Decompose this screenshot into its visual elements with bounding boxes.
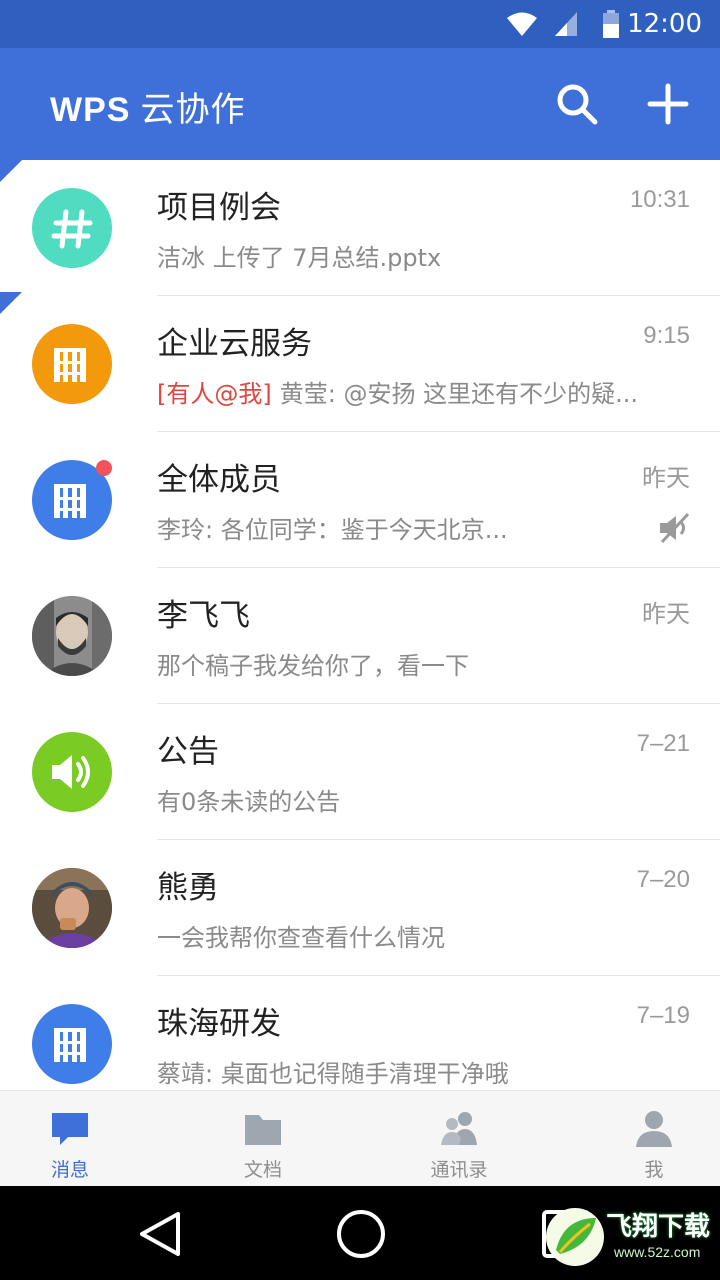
status-bar: 12:00 (0, 0, 720, 48)
contacts-icon (441, 1112, 477, 1145)
conversation-preview: 那个稿子我发给你了，看一下 (157, 652, 469, 680)
conversation-preview: 李玲: 各位同学：鉴于今天北京... (157, 516, 508, 544)
back-icon[interactable] (134, 1208, 186, 1260)
conversation-preview: 洁冰 上传了 7月总结.pptx (157, 244, 442, 272)
wifi-icon (507, 12, 537, 36)
mention-tag: [有人@我] (157, 380, 272, 408)
conversation-preview: [有人@我] 黄莹: @安扬 这里还有不少的疑... (157, 374, 638, 409)
plus-icon[interactable] (644, 80, 692, 128)
conversation-row[interactable]: 项目例会 10:31 洁冰 上传了 7月总结.pptx (0, 160, 720, 296)
conversation-preview: 有0条未读的公告 (157, 788, 341, 816)
mute-icon (660, 512, 690, 544)
person-icon (636, 1111, 672, 1147)
building-icon (54, 348, 86, 382)
conversation-time: 昨天 (642, 601, 690, 628)
avatar (32, 732, 112, 812)
conversation-name: 企业云服务 (157, 326, 312, 362)
hash-icon (51, 209, 93, 249)
tab-messages[interactable]: 消息 (10, 1091, 130, 1187)
tab-documents[interactable]: 文档 (203, 1091, 323, 1187)
cell-signal-icon (555, 12, 577, 36)
battery-icon (603, 10, 619, 38)
conversation-name: 项目例会 (157, 190, 281, 226)
pinned-marker (0, 292, 22, 314)
conversation-name: 公告 (157, 734, 219, 770)
conversation-time: 9:15 (643, 322, 690, 349)
folder-icon (245, 1115, 281, 1145)
conversation-preview: 一会我帮你查查看什么情况 (157, 924, 445, 952)
avatar (32, 1004, 112, 1084)
preview-text: 黄莹: @安扬 这里还有不少的疑... (279, 380, 638, 408)
pinned-marker (0, 160, 22, 182)
home-icon[interactable] (335, 1208, 387, 1260)
conversation-name: 全体成员 (157, 462, 281, 498)
conversation-name: 熊勇 (157, 870, 219, 906)
watermark-url: www.52z.com (614, 1244, 701, 1260)
app-title-brand: WPS (50, 91, 131, 129)
user-photo (32, 596, 112, 676)
conversation-time: 7–19 (636, 1002, 690, 1029)
tab-me[interactable]: 我 (594, 1091, 714, 1187)
conversation-row[interactable]: 熊勇 7–20 一会我帮你查查看什么情况 (0, 840, 720, 976)
conversation-row[interactable]: 企业云服务 9:15 [有人@我] 黄莹: @安扬 这里还有不少的疑... (0, 292, 720, 432)
search-icon[interactable] (553, 80, 601, 128)
avatar (32, 596, 112, 676)
avatar (32, 324, 112, 404)
conversation-row[interactable]: 全体成员 昨天 李玲: 各位同学：鉴于今天北京... (0, 432, 720, 568)
leaf-logo-icon (546, 1208, 604, 1266)
status-time: 12:00 (627, 9, 702, 39)
conversation-row[interactable]: 李飞飞 昨天 那个稿子我发给你了，看一下 (0, 568, 720, 704)
conversation-time: 昨天 (642, 465, 690, 492)
conversation-time: 7–20 (636, 866, 690, 893)
conversation-time: 10:31 (629, 186, 690, 213)
tab-label: 文档 (243, 1159, 282, 1181)
speaker-icon (52, 755, 90, 789)
tab-label: 消息 (50, 1159, 89, 1181)
avatar (32, 188, 112, 268)
conversation-preview: 蔡靖: 桌面也记得随手清理干净哦 (157, 1060, 509, 1088)
unread-dot (96, 460, 112, 476)
app-bar: WPS 云协作 (0, 48, 720, 160)
user-photo (32, 868, 112, 948)
tab-label: 通讯录 (430, 1159, 488, 1181)
chat-icon (52, 1113, 88, 1145)
conversation-name: 珠海研发 (157, 1006, 281, 1042)
building-icon (54, 1028, 86, 1062)
tab-label: 我 (644, 1159, 664, 1181)
watermark: 飞翔下载 www.52z.com (540, 1196, 720, 1280)
app-title-suffix: 云协作 (140, 90, 246, 130)
conversation-list: 项目例会 10:31 洁冰 上传了 7月总结.pptx 企业云服务 9:15 [… (0, 160, 720, 1090)
conversation-row[interactable]: 珠海研发 7–19 蔡靖: 桌面也记得随手清理干净哦 (0, 976, 720, 1090)
avatar (32, 868, 112, 948)
conversation-row[interactable]: 公告 7–21 有0条未读的公告 (0, 704, 720, 840)
bottom-tab-bar: 消息 文档 通讯录 我 (0, 1090, 720, 1187)
conversation-time: 7–21 (636, 730, 690, 757)
tab-contacts[interactable]: 通讯录 (399, 1091, 519, 1187)
watermark-text: 飞翔下载 (606, 1212, 711, 1242)
conversation-name: 李飞飞 (157, 598, 250, 634)
app-title: WPS 云协作 (50, 82, 245, 131)
